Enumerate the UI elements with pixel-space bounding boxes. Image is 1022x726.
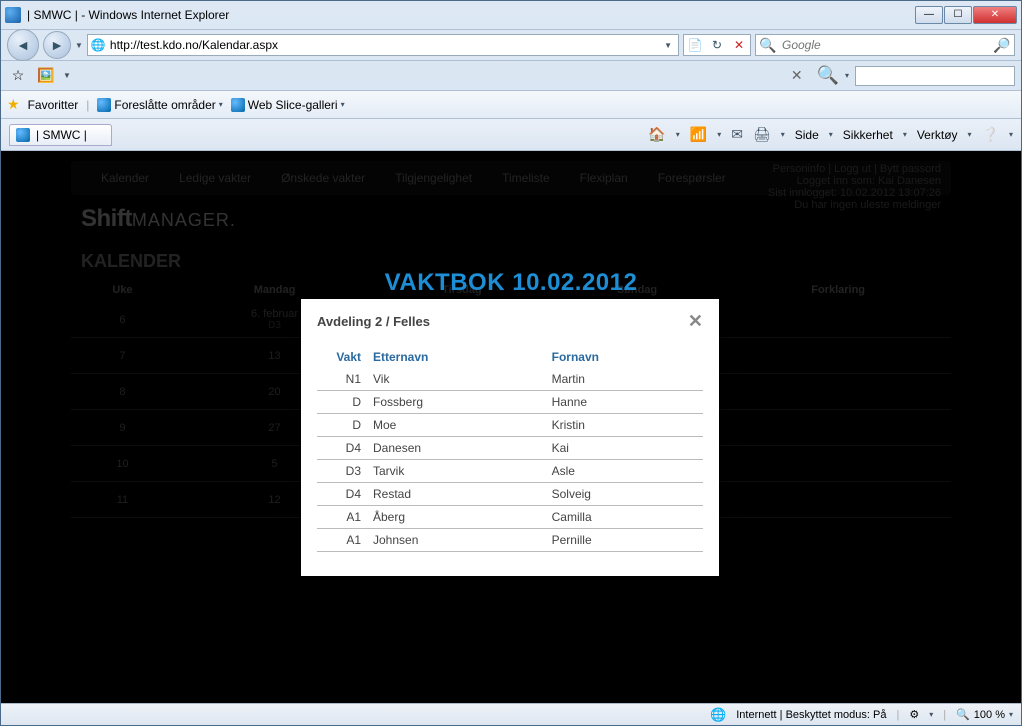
app-nav-item[interactable]: Timeliste (502, 171, 550, 185)
status-icon[interactable]: ⚙ (909, 708, 919, 721)
window-title: | SMWC | - Windows Internet Explorer (27, 8, 915, 22)
help-icon[interactable]: ❔ (982, 126, 999, 143)
table-row: DFossbergHanne (317, 391, 703, 414)
toolbar-search-dropdown-icon[interactable]: ▾ (845, 71, 849, 80)
search-go-icon[interactable]: 🔎 (990, 37, 1014, 54)
favorites-label[interactable]: Favoritter (28, 98, 79, 112)
favorites-star-icon[interactable]: ★ (7, 96, 20, 113)
url-input[interactable] (108, 36, 658, 54)
page-viewport: Personinfo | Logg ut | Bytt passord Logg… (1, 151, 1021, 703)
ie-icon (231, 98, 245, 112)
toolbar-dropdown-icon[interactable]: ▼ (63, 71, 71, 80)
ie-icon (16, 128, 30, 142)
maximize-button[interactable]: ☐ (944, 6, 972, 24)
close-modal-button[interactable]: ✕ (688, 311, 703, 332)
page-icon: 🌐 (88, 38, 108, 52)
extra-toolbar: ☆ 🖼️ ▼ ✕ 🔍 ▾ (1, 61, 1021, 91)
command-bar-right: 🏠▾ 📶▾ ✉ 🖨▾ Side▾ Sikkerhet▾ Verktøy▾ ❔▾ (648, 126, 1013, 143)
table-row: D3TarvikAsle (317, 460, 703, 483)
favorites-bar: ★ Favoritter | Foreslåtte områder ▾ Web … (1, 91, 1021, 119)
toolbar-close-button[interactable]: ✕ (783, 67, 811, 84)
col-fornavn: Fornavn (546, 346, 703, 368)
suggested-sites-item[interactable]: Foreslåtte områder ▾ (97, 98, 222, 112)
table-row: D4RestadSolveig (317, 483, 703, 506)
back-button[interactable]: ◄ (7, 29, 39, 61)
page-menu[interactable]: Side (795, 128, 819, 142)
table-row: N1VikMartin (317, 368, 703, 391)
app-nav-item[interactable]: Ledige vakter (179, 171, 251, 185)
vaktbok-modal: Avdeling 2 / Felles ✕ Vakt Etternavn For… (301, 299, 719, 576)
zoom-control[interactable]: 🔍 100 % ▾ (956, 708, 1013, 721)
col-vakt: Vakt (317, 346, 367, 368)
table-row: A1ÅbergCamilla (317, 506, 703, 529)
app-nav-item[interactable]: Forespørsler (658, 171, 726, 185)
col-etternavn: Etternavn (367, 346, 546, 368)
globe-icon: 🌐 (710, 707, 726, 723)
app-nav-item[interactable]: Ønskede vakter (281, 171, 365, 185)
user-info: Personinfo | Logg ut | Bytt passord Logg… (768, 163, 941, 211)
mail-icon[interactable]: ✉ (731, 126, 743, 143)
protected-mode-label: Internett | Beskyttet modus: På (736, 709, 886, 721)
refresh-stop-group: 📄 ↻ ✕ (683, 34, 751, 56)
history-dropdown-icon[interactable]: ▼ (75, 41, 83, 50)
app-nav-item[interactable]: Flexiplan (580, 171, 628, 185)
app-nav-item[interactable]: Tilgjengelighet (395, 171, 472, 185)
vaktbok-title: VAKTBOK 10.02.2012 (385, 269, 638, 297)
address-bar[interactable]: 🌐 ▼ (87, 34, 679, 56)
window-controls: — ☐ ✕ (915, 6, 1017, 24)
toolbar-search-icon[interactable]: 🔍 (817, 65, 839, 86)
close-window-button[interactable]: ✕ (973, 6, 1017, 24)
shift-table: Vakt Etternavn Fornavn N1VikMartinDFossb… (317, 346, 703, 552)
print-icon[interactable]: 🖨 (753, 126, 771, 143)
home-icon[interactable]: 🏠 (648, 126, 665, 143)
chevron-down-icon: ▾ (341, 100, 345, 109)
titlebar: | SMWC | - Windows Internet Explorer — ☐… (1, 1, 1021, 29)
modal-heading: Avdeling 2 / Felles (317, 314, 430, 329)
webslice-item[interactable]: Web Slice-galleri ▾ (231, 98, 345, 112)
stop-button[interactable]: ✕ (728, 38, 750, 52)
table-row: DMoeKristin (317, 414, 703, 437)
chevron-down-icon: ▾ (219, 100, 223, 109)
search-input[interactable] (780, 36, 990, 54)
table-row: A1JohnsenPernille (317, 529, 703, 552)
minimize-button[interactable]: — (915, 6, 943, 24)
status-bar: 🌐 Internett | Beskyttet modus: På | ⚙▾ |… (1, 703, 1021, 725)
cal-header: Uke (71, 278, 174, 302)
safety-menu[interactable]: Sikkerhet (843, 128, 893, 142)
tools-menu[interactable]: Verktøy (917, 128, 958, 142)
app-nav-item[interactable]: Kalender (101, 171, 149, 185)
tab-title: | SMWC | (36, 128, 87, 142)
cal-header: Forklaring (725, 278, 951, 302)
forward-button[interactable]: ► (43, 31, 71, 59)
ie-favicon-icon (5, 7, 21, 23)
table-row: D4DanesenKai (317, 437, 703, 460)
favorites-star-icon[interactable]: ☆ (7, 65, 29, 87)
ie-icon (97, 98, 111, 112)
browser-window: | SMWC | - Windows Internet Explorer — ☐… (0, 0, 1022, 726)
url-dropdown-icon[interactable]: ▼ (658, 41, 678, 50)
page-tab[interactable]: | SMWC | (9, 124, 112, 146)
modal-header: Avdeling 2 / Felles ✕ (317, 311, 703, 332)
compat-button[interactable]: 📄 (684, 38, 706, 52)
search-box[interactable]: 🔍 🔎 (755, 34, 1015, 56)
toolbar-icon[interactable]: 🖼️ (35, 65, 57, 87)
nav-toolbar: ◄ ► ▼ 🌐 ▼ 📄 ↻ ✕ 🔍 🔎 (1, 29, 1021, 61)
feeds-icon[interactable]: 📶 (690, 126, 707, 143)
search-provider-icon[interactable]: 🔍 (756, 37, 780, 54)
command-bar: | SMWC | 🏠▾ 📶▾ ✉ 🖨▾ Side▾ Sikkerhet▾ Ver… (1, 119, 1021, 151)
toolbar-search-field[interactable] (855, 66, 1015, 86)
refresh-button[interactable]: ↻ (706, 38, 728, 52)
